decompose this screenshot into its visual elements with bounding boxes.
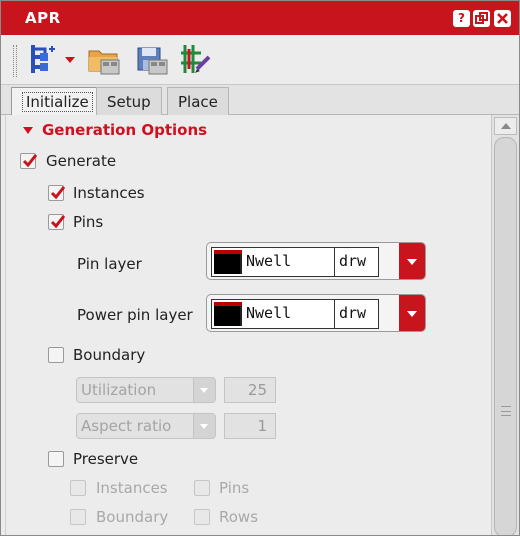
preserve-instances-label: Instances: [96, 479, 168, 497]
edit-layout-icon[interactable]: [179, 43, 213, 77]
instances-checkbox[interactable]: [48, 185, 66, 201]
scroll-thumb[interactable]: [494, 137, 517, 535]
power-pin-layer-name: Nwell: [246, 304, 292, 322]
pins-checkbox[interactable]: [48, 214, 66, 230]
generate-label: Generate: [46, 152, 117, 170]
tab-bar: Initialize Setup Place: [1, 85, 519, 115]
power-pin-layer-label: Power pin layer: [77, 306, 193, 324]
chevron-down-icon: [193, 414, 215, 438]
open-folder-icon[interactable]: [87, 43, 121, 77]
vertical-scrollbar[interactable]: [491, 115, 519, 535]
generation-options-panel: Generation Options Generate Instances Pi…: [5, 115, 491, 535]
preserve-checkbox[interactable]: [48, 451, 64, 467]
help-icon[interactable]: ?: [453, 10, 470, 27]
run-dropdown-arrow[interactable]: [65, 57, 75, 63]
scroll-grip-icon: [501, 406, 511, 416]
run-generate-icon[interactable]: [25, 43, 59, 77]
layer-swatch: [214, 302, 242, 326]
scroll-up-arrow-icon[interactable]: [494, 117, 517, 135]
toolbar: [1, 35, 519, 85]
save-template-icon[interactable]: [135, 43, 169, 77]
aspect-ratio-select-value: Aspect ratio: [81, 417, 172, 435]
preserve-boundary-label: Boundary: [96, 508, 169, 526]
aspect-ratio-input[interactable]: 1: [224, 413, 276, 439]
power-pin-layer-purpose: drw: [334, 300, 378, 328]
chevron-down-icon[interactable]: [399, 243, 425, 279]
section-title[interactable]: Generation Options: [42, 121, 207, 139]
pin-layer-name: Nwell: [246, 252, 292, 270]
preserve-pins-label: Pins: [219, 479, 250, 497]
close-icon[interactable]: [494, 10, 511, 27]
generate-checkbox[interactable]: [20, 153, 38, 169]
pin-layer-field: Nwell drw: [211, 247, 379, 277]
window-title: APR: [25, 9, 61, 27]
preserve-instances-checkbox[interactable]: [70, 480, 86, 496]
toolbar-grip[interactable]: [13, 45, 17, 77]
float-icon[interactable]: [473, 10, 490, 27]
instances-label: Instances: [73, 184, 145, 202]
utilization-select[interactable]: Utilization: [76, 377, 216, 403]
pin-layer-combo[interactable]: Nwell drw: [206, 242, 426, 280]
title-bar[interactable]: APR ?: [1, 1, 519, 35]
boundary-checkbox[interactable]: [48, 347, 64, 363]
aspect-ratio-select[interactable]: Aspect ratio: [76, 413, 216, 439]
preserve-label: Preserve: [73, 450, 139, 468]
apr-window: APR ? Initialize Setup Place Generation …: [0, 0, 520, 536]
tab-setup[interactable]: Setup: [96, 87, 162, 115]
section-collapse-arrow-icon[interactable]: [23, 127, 33, 134]
preserve-rows-label: Rows: [219, 508, 259, 526]
preserve-boundary-checkbox[interactable]: [70, 509, 86, 525]
pin-layer-label: Pin layer: [77, 255, 142, 273]
preserve-rows-checkbox[interactable]: [194, 509, 210, 525]
pin-layer-purpose: drw: [334, 248, 378, 276]
boundary-label: Boundary: [73, 346, 146, 364]
preserve-pins-checkbox[interactable]: [194, 480, 210, 496]
utilization-select-value: Utilization: [81, 381, 157, 399]
chevron-down-icon: [193, 378, 215, 402]
utilization-input[interactable]: 25: [224, 377, 276, 403]
tab-place[interactable]: Place: [167, 87, 229, 115]
power-pin-layer-combo[interactable]: Nwell drw: [206, 294, 426, 332]
pins-label: Pins: [73, 213, 104, 231]
power-pin-layer-field: Nwell drw: [211, 299, 379, 329]
tab-initialize[interactable]: Initialize: [11, 87, 104, 115]
layer-swatch: [214, 250, 242, 274]
chevron-down-icon[interactable]: [399, 295, 425, 331]
